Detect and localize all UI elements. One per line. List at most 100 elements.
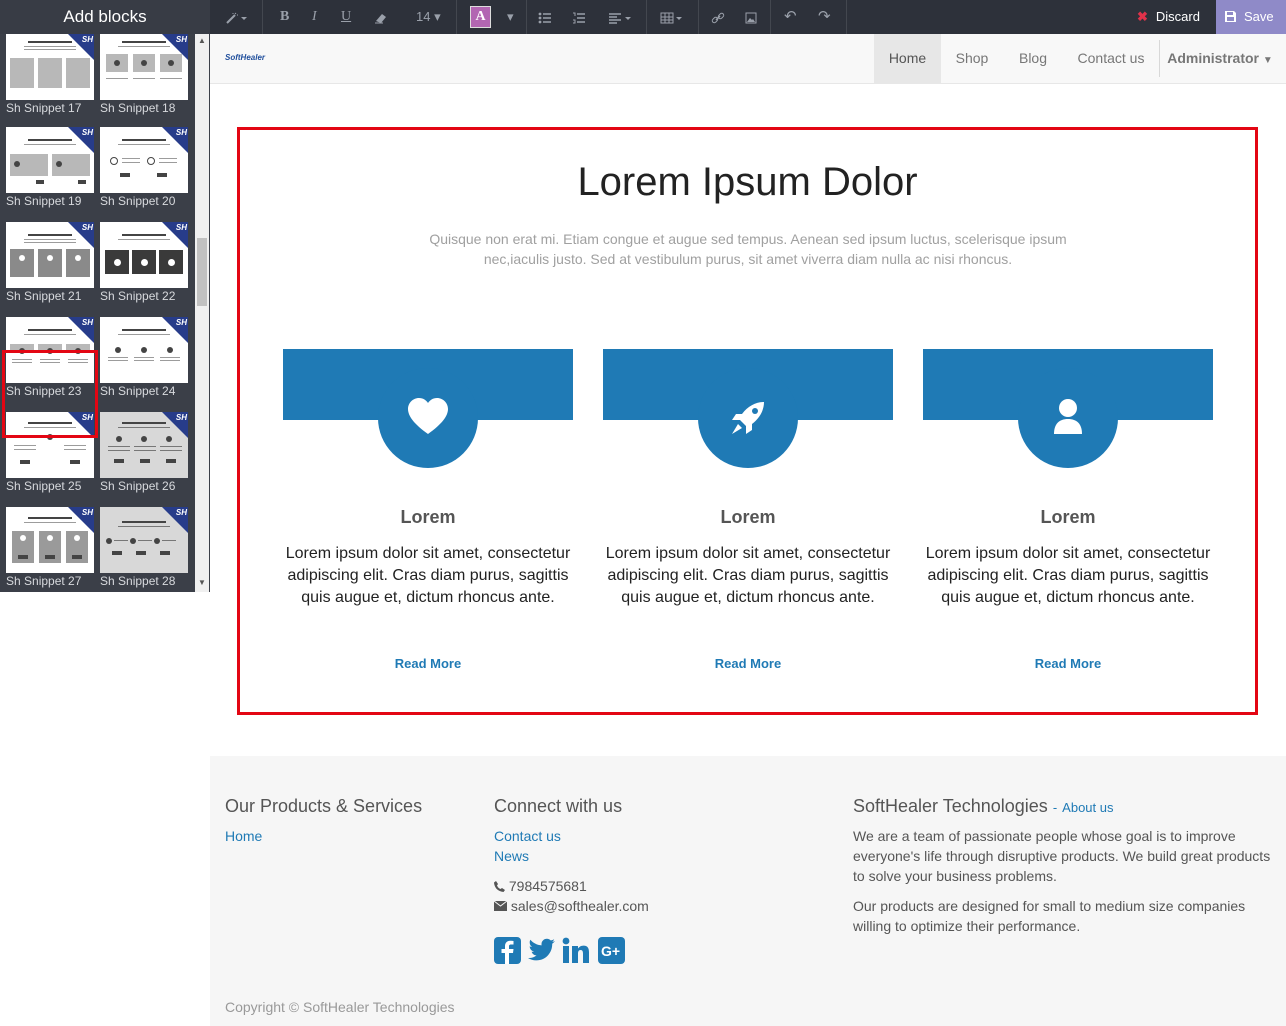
- snippet-badge: SH: [81, 223, 93, 232]
- card-text: Lorem ipsum dolor sit amet, consectetur …: [285, 545, 571, 606]
- logo-text: SoftHealer: [225, 53, 266, 62]
- about-paragraph-1: We are a team of passionate people whose…: [853, 828, 1271, 884]
- svg-text:G+: G+: [601, 943, 620, 959]
- snippet-badge: SH: [81, 508, 93, 517]
- caret-down-icon: ▼: [1262, 55, 1273, 66]
- selection-highlight: [2, 350, 98, 438]
- heading-separator: -: [1052, 800, 1058, 815]
- toolbar-divider: [262, 0, 263, 34]
- footer-phone: 7984575681: [494, 876, 587, 896]
- scroll-down-arrow-icon[interactable]: ▼: [196, 578, 208, 588]
- scrollbar-thumb[interactable]: [197, 238, 207, 306]
- site-logo[interactable]: SoftHealer: [225, 53, 265, 62]
- card-text: Lorem ipsum dolor sit amet, consectetur …: [925, 545, 1211, 606]
- card-title: Lorem: [720, 507, 776, 527]
- bullet-list-icon[interactable]: [538, 0, 552, 34]
- facebook-icon[interactable]: [494, 937, 522, 965]
- phone-icon: [494, 881, 505, 892]
- snippet-badge: SH: [175, 508, 187, 517]
- underline-icon[interactable]: U: [341, 0, 351, 34]
- save-button[interactable]: Save: [1216, 0, 1286, 34]
- hero-subtitle: Quisque non erat mi. Etiam congue et aug…: [429, 231, 1067, 267]
- nav-blog[interactable]: Blog: [1003, 34, 1063, 83]
- footer-link-news[interactable]: News: [494, 848, 529, 864]
- footer-link-home[interactable]: Home: [225, 828, 262, 844]
- nav-shop[interactable]: Shop: [941, 34, 1003, 83]
- eraser-icon[interactable]: [374, 0, 388, 34]
- snippet-label: Sh Snippet 26: [100, 479, 176, 493]
- snippet-thumbnail: SH: [6, 507, 94, 573]
- italic-icon[interactable]: I: [312, 0, 317, 34]
- hero-title: Lorem Ipsum Dolor: [577, 160, 918, 204]
- user-name: Administrator: [1167, 50, 1259, 66]
- read-more-link[interactable]: Read More: [923, 656, 1213, 671]
- snippet-thumbnail: SH: [6, 222, 94, 288]
- toolbar-divider: [770, 0, 771, 34]
- scroll-up-arrow-icon[interactable]: ▲: [196, 36, 208, 46]
- snippet-thumbnail: SH: [100, 222, 188, 288]
- save-label: Save: [1244, 9, 1274, 24]
- card-icon-circle: [378, 368, 478, 468]
- snippet-badge: SH: [175, 35, 187, 44]
- chevron-down-icon[interactable]: ▾: [507, 0, 514, 34]
- footer-link-contact[interactable]: Contact us: [494, 828, 561, 844]
- footer-email: sales@softhealer.com: [493, 896, 649, 916]
- discard-label: Discard: [1155, 9, 1200, 24]
- snippet-label: Sh Snippet 20: [100, 194, 176, 208]
- email-address: sales@softhealer.com: [510, 898, 649, 914]
- toolbar-divider: [698, 0, 699, 34]
- snippet-label: Sh Snippet 27: [6, 574, 82, 588]
- twitter-icon[interactable]: [528, 937, 556, 965]
- scrollbar-track[interactable]: [195, 34, 209, 592]
- read-more-link[interactable]: Read More: [603, 656, 893, 671]
- redo-icon[interactable]: ↷: [818, 0, 831, 34]
- editor-toolbar: Add blocks B I U 14 ▾ A ▾ ↶ ↷ ✖ Discard S…: [0, 0, 1286, 34]
- user-icon: [1054, 399, 1082, 434]
- snippet-label: Sh Snippet 18: [100, 101, 176, 115]
- snippet-badge: SH: [175, 413, 187, 422]
- products-heading: Our Products & Services: [225, 796, 423, 816]
- magic-wand-icon[interactable]: [226, 0, 248, 34]
- read-more-link[interactable]: Read More: [283, 656, 573, 671]
- snippet-badge: SH: [175, 223, 187, 232]
- phone-number: 7984575681: [508, 878, 587, 894]
- image-icon[interactable]: [745, 0, 757, 34]
- snippet-badge: SH: [175, 128, 187, 137]
- bold-icon[interactable]: B: [280, 0, 289, 34]
- linkedin-icon[interactable]: [562, 937, 590, 965]
- copyright-text: Copyright © SoftHealer Technologies: [225, 999, 455, 1015]
- nav-home[interactable]: Home: [874, 34, 941, 83]
- undo-icon[interactable]: ↶: [784, 0, 797, 34]
- font-color-icon[interactable]: A: [470, 6, 491, 28]
- toolbar-divider: [846, 0, 847, 34]
- google-plus-icon[interactable]: G+: [598, 937, 626, 965]
- snippet-thumbnail: SH: [100, 412, 188, 478]
- snippet-label: Sh Snippet 24: [100, 384, 176, 398]
- about-paragraph-2: Our products are designed for small to m…: [853, 898, 1246, 934]
- snippet-label: Sh Snippet 22: [100, 289, 176, 303]
- about-us-link[interactable]: About us: [1062, 800, 1113, 815]
- font-size-dropdown[interactable]: 14 ▾: [416, 0, 441, 34]
- snippet-label: Sh Snippet 25: [6, 479, 82, 493]
- snippet-badge: SH: [81, 35, 93, 44]
- user-menu[interactable]: Administrator ▼: [1165, 34, 1275, 83]
- snippet-thumbnail: SH: [6, 34, 94, 100]
- nav-contact-us[interactable]: Contact us: [1063, 34, 1159, 83]
- align-icon[interactable]: [608, 0, 632, 34]
- envelope-icon: [493, 900, 508, 911]
- site-navbar: SoftHealer Home Shop Blog Contact us Adm…: [210, 34, 1286, 84]
- card-icon-circle: [1018, 368, 1118, 468]
- snippet-thumbnail: SH: [100, 34, 188, 100]
- floppy-icon: [1225, 11, 1236, 22]
- font-size-value: 14: [416, 9, 431, 24]
- table-icon[interactable]: [660, 0, 684, 34]
- link-icon[interactable]: [711, 0, 725, 34]
- discard-button[interactable]: ✖ Discard: [1127, 0, 1216, 34]
- card-title: Lorem: [400, 507, 456, 527]
- toolbar-divider: [456, 0, 457, 34]
- snippet-label: Sh Snippet 28: [100, 574, 176, 588]
- snippet-thumbnail: SH: [100, 127, 188, 193]
- heart-icon: [408, 398, 448, 434]
- numbered-list-icon[interactable]: [572, 0, 586, 34]
- snippet-thumbnail: SH: [6, 127, 94, 193]
